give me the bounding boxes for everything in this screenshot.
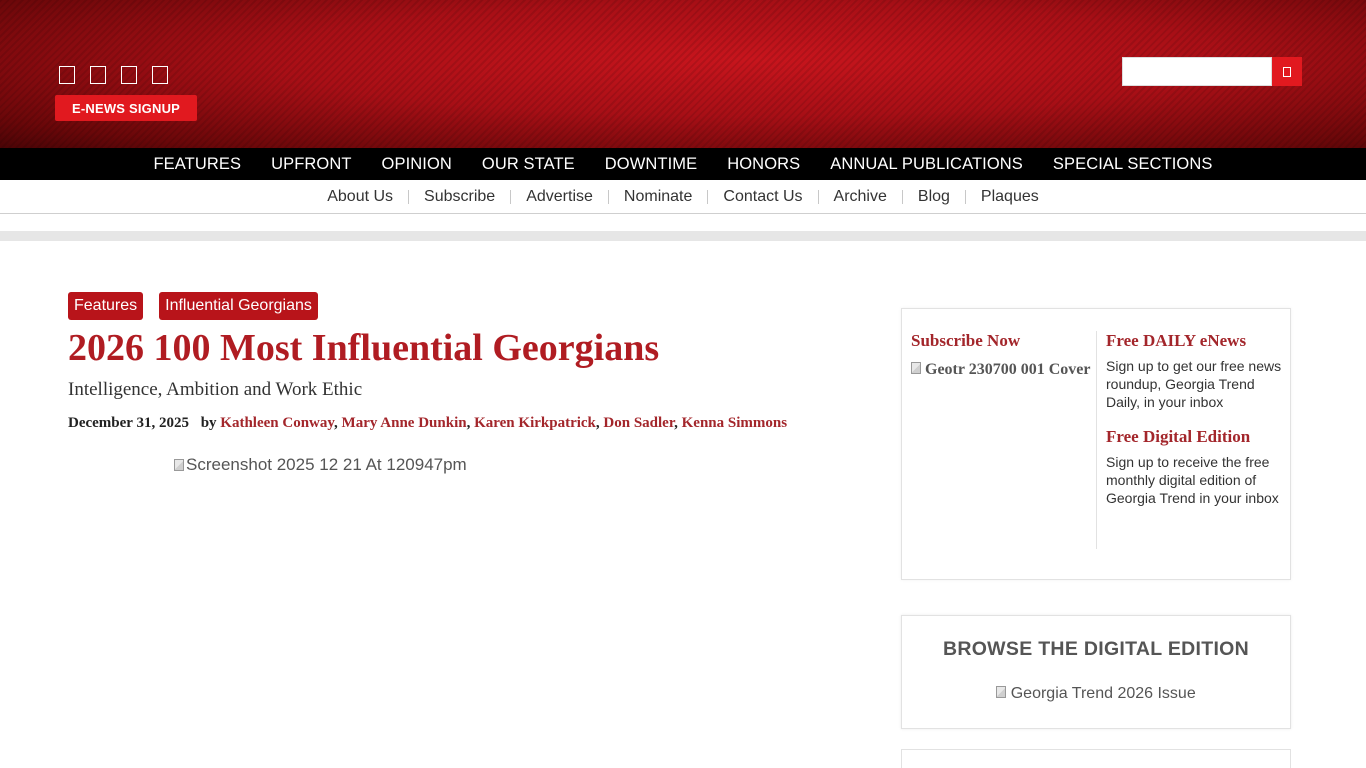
author-link[interactable]: Karen Kirkpatrick — [474, 415, 596, 431]
broken-image-icon — [996, 686, 1007, 698]
nav-honors[interactable]: HONORS — [712, 155, 815, 174]
divider-band — [0, 231, 1366, 241]
article-date: December 31, 2025 — [68, 415, 189, 431]
browse-title: BROWSE THE DIGITAL EDITION — [942, 638, 1250, 660]
magazine-cover-alt: Geotr 230700 001 Cover — [925, 361, 1091, 378]
instagram-icon[interactable] — [121, 66, 137, 84]
primary-nav: FEATURES UPFRONT OPINION OUR STATE DOWNT… — [0, 148, 1366, 180]
search-icon — [1283, 66, 1291, 77]
category-features[interactable]: Features — [68, 292, 144, 320]
nav-subscribe[interactable]: Subscribe — [409, 188, 510, 206]
daily-enews-description: Sign up to get our free news roundup, Ge… — [1106, 358, 1282, 410]
digital-issue-alt: Georgia Trend 2026 Issue — [1010, 685, 1196, 702]
article-subtitle: Intelligence, Ambition and Work Ethic — [68, 379, 363, 400]
nav-nominate[interactable]: Nominate — [609, 188, 707, 206]
digital-edition-description: Sign up to receive the free monthly digi… — [1106, 454, 1279, 506]
subscribe-now-block: Subscribe Now Geotr 230700 001 Cover — [911, 331, 1091, 379]
site-header: E-NEWS SIGNUP — [0, 0, 1366, 148]
linkedin-icon[interactable] — [152, 66, 168, 84]
category-tags: Features Influential Georgians — [68, 292, 318, 320]
nav-archive[interactable]: Archive — [819, 188, 902, 206]
facebook-icon[interactable] — [59, 66, 75, 84]
nav-our-state[interactable]: OUR STATE — [467, 155, 590, 174]
hero-image-alt: Screenshot 2025 12 21 At 120947pm — [186, 455, 467, 474]
browse-digital-edition-widget: BROWSE THE DIGITAL EDITION Georgia Trend… — [901, 615, 1291, 729]
nav-upfront[interactable]: UPFRONT — [256, 155, 366, 174]
secondary-nav: About Us Subscribe Advertise Nominate Co… — [0, 180, 1366, 214]
byline: December 31, 2025 by Kathleen Conway, Ma… — [68, 415, 788, 431]
broken-image-icon — [911, 362, 921, 374]
digital-issue-image[interactable]: Georgia Trend 2026 Issue — [902, 685, 1290, 703]
search-button[interactable] — [1272, 57, 1302, 86]
author-link[interactable]: Don Sadler — [603, 415, 674, 431]
nav-opinion[interactable]: OPINION — [367, 155, 467, 174]
search-input[interactable] — [1122, 57, 1272, 86]
subscribe-widget: Subscribe Now Geotr 230700 001 Cover Fre… — [901, 308, 1291, 580]
author-link[interactable]: Kenna Simmons — [682, 415, 787, 431]
twitter-icon[interactable] — [90, 66, 106, 84]
nav-plaques[interactable]: Plaques — [966, 188, 1054, 206]
newsletter-block: Free DAILY eNews Sign up to get our free… — [1106, 331, 1286, 507]
byline-by: by — [200, 415, 217, 431]
magazine-cover-image[interactable]: Geotr 230700 001 Cover — [911, 361, 1091, 379]
broken-image-icon — [174, 459, 184, 471]
nav-features[interactable]: FEATURES — [138, 155, 256, 174]
nav-annual-publications[interactable]: ANNUAL PUBLICATIONS — [815, 155, 1038, 174]
digital-edition-block: Free Digital Edition Sign up to receive … — [1106, 427, 1286, 507]
enews-signup-button[interactable]: E-NEWS SIGNUP — [55, 95, 197, 121]
free-daily-enews-link[interactable]: Free DAILY eNews — [1106, 331, 1286, 351]
nav-blog[interactable]: Blog — [903, 188, 965, 206]
subscribe-now-link[interactable]: Subscribe Now — [911, 331, 1020, 350]
author-link[interactable]: Mary Anne Dunkin — [342, 415, 467, 431]
hero-image: Screenshot 2025 12 21 At 120947pm — [174, 455, 467, 475]
nav-contact-us[interactable]: Contact Us — [708, 188, 817, 206]
sidebar-widget — [901, 749, 1291, 768]
free-digital-edition-link[interactable]: Free Digital Edition — [1106, 427, 1286, 447]
nav-advertise[interactable]: Advertise — [511, 188, 608, 206]
sidebar-divider — [1096, 331, 1097, 549]
nav-special-sections[interactable]: SPECIAL SECTIONS — [1038, 155, 1228, 174]
author-link[interactable]: Kathleen Conway — [220, 415, 334, 431]
category-influential-georgians[interactable]: Influential Georgians — [159, 292, 318, 320]
nav-about-us[interactable]: About Us — [312, 188, 408, 206]
social-links — [59, 66, 168, 84]
article-title: 2026 100 Most Influential Georgians — [68, 327, 660, 369]
nav-downtime[interactable]: DOWNTIME — [590, 155, 712, 174]
